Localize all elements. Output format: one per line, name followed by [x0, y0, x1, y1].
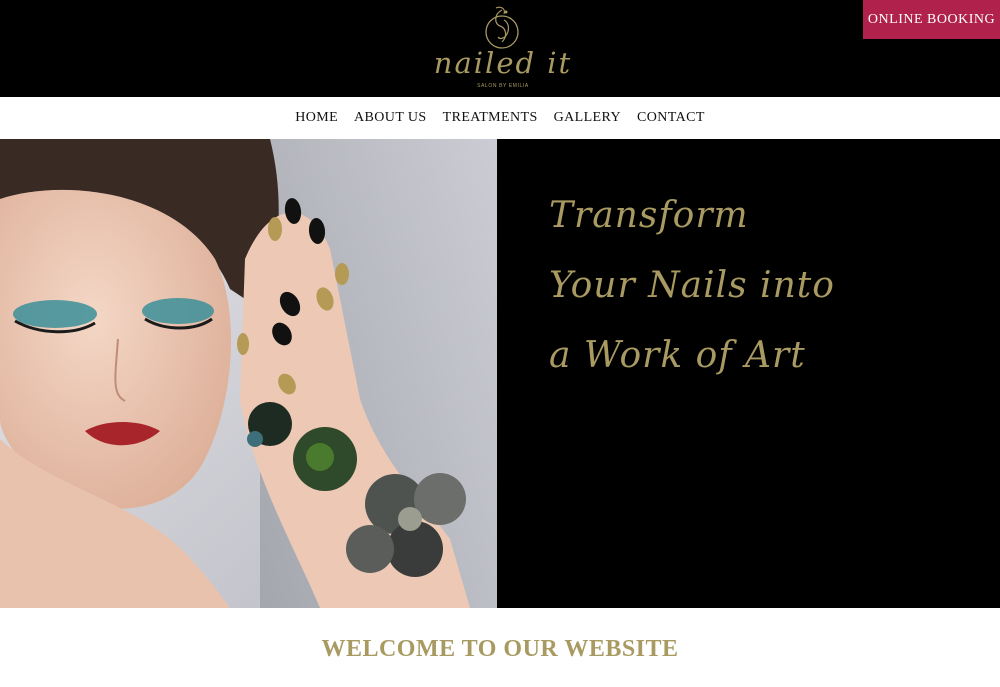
- logo-emblem-icon: [485, 6, 519, 49]
- tagline-line-2: Your Nails into: [549, 265, 835, 306]
- logo-text: nailed it: [433, 46, 573, 80]
- online-booking-button[interactable]: ONLINE BOOKING: [863, 0, 1000, 39]
- hero-image: [0, 139, 497, 608]
- logo-tagline: SALON BY EMILIA: [477, 83, 529, 89]
- nav-item-treatments[interactable]: TREATMENTS: [443, 110, 538, 126]
- logo[interactable]: nailed it SALON BY EMILIA: [430, 4, 576, 92]
- hero-tagline-panel: Transform Your Nails into a Work of Art: [497, 139, 1000, 608]
- tagline-line-1: Transform: [549, 195, 749, 236]
- tagline-line-3: a Work of Art: [549, 335, 806, 376]
- nav-item-home[interactable]: HOME: [295, 110, 338, 126]
- nav-item-gallery[interactable]: GALLERY: [554, 110, 621, 126]
- main-nav: HOME ABOUT US TREATMENTS GALLERY CONTACT: [0, 97, 1000, 139]
- welcome-heading: WELCOME TO OUR WEBSITE: [321, 636, 679, 662]
- hero-photo-illustration: [0, 139, 497, 608]
- hero-banner: Transform Your Nails into a Work of Art: [0, 139, 1000, 608]
- nav-item-about-us[interactable]: ABOUT US: [354, 110, 427, 126]
- hero-tagline: Transform Your Nails into a Work of Art: [549, 181, 989, 391]
- nav-item-contact[interactable]: CONTACT: [637, 110, 705, 126]
- site-header: nailed it SALON BY EMILIA ONLINE BOOKING: [0, 0, 1000, 97]
